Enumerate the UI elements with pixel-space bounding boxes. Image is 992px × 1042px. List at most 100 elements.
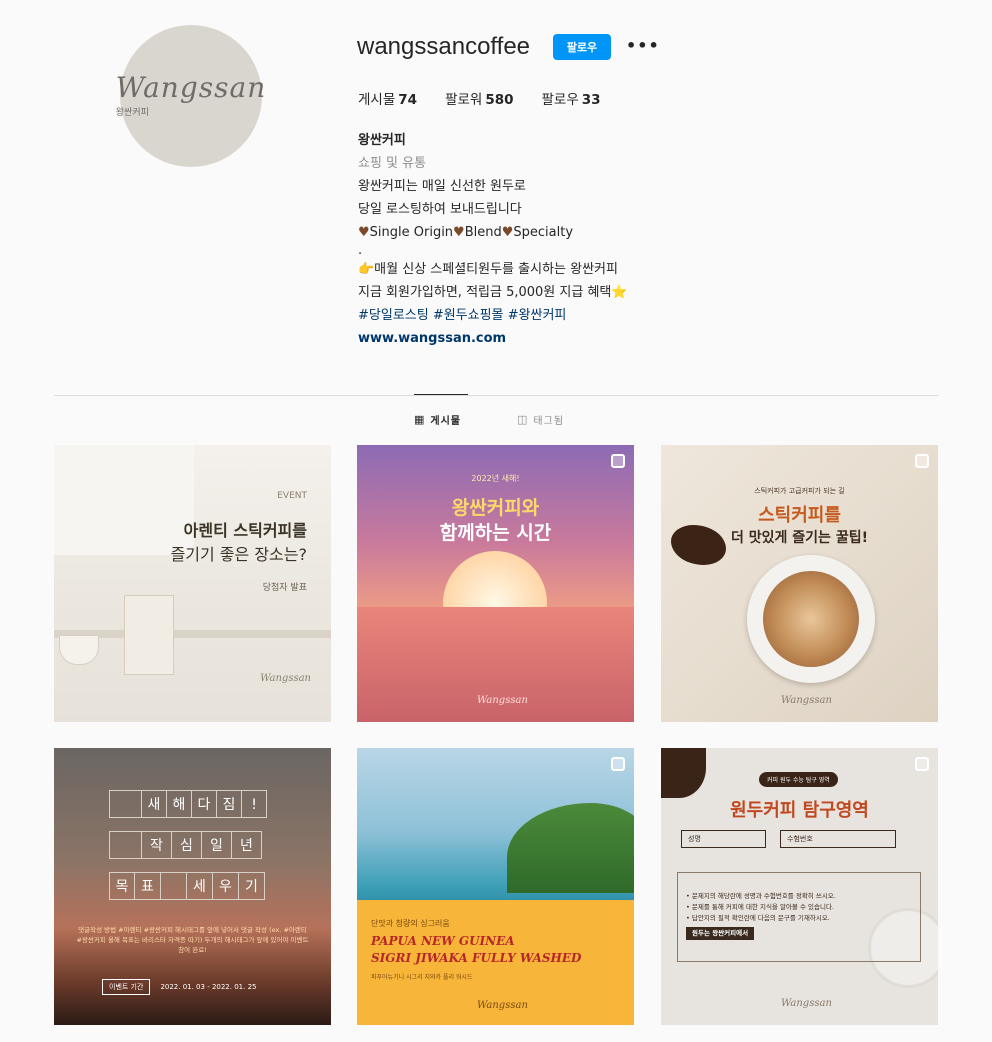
bio-tag: Specialty: [513, 225, 574, 240]
post-brand: Wangssan: [477, 1000, 528, 1011]
stat-following-label: 팔로우: [541, 92, 579, 108]
profile-website-link[interactable]: www.wangssan.com: [358, 327, 778, 350]
post-tile[interactable]: 커피 원두 수능 탐구 영역 원두커피 탐구영역 성명 수험번호 • 문제지의 …: [661, 748, 938, 1025]
profile-stats: 게시물 74 팔로워 580 팔로우 33: [358, 88, 629, 108]
post-brand: Wangssan: [477, 695, 528, 706]
carousel-icon: [611, 757, 625, 771]
tab-tagged[interactable]: ◫ 태그됨: [517, 412, 564, 427]
bio-tags: ♥Single Origin♥Blend♥Specialty: [358, 221, 778, 244]
post-event-label: EVENT: [277, 491, 307, 501]
bio-hashtags[interactable]: #당일로스팅 #원두쇼핑몰 #왕싼커피: [358, 304, 778, 327]
carousel-icon: [915, 757, 929, 771]
exam-fields: 성명 수험번호: [681, 830, 896, 848]
post-brand: Wangssan: [260, 673, 311, 684]
grid-icon: ▦: [414, 413, 426, 426]
island-shape: [507, 803, 634, 893]
post-title: 즐기기 좋은 장소는?: [170, 545, 307, 564]
event-period-badge: 이벤트 기간 2022. 01. 03 - 2022. 01. 25: [102, 979, 256, 995]
post-title: 원두커피 탐구영역: [730, 800, 869, 821]
coffee-box: [124, 595, 174, 675]
tab-posts[interactable]: ▦ 게시물: [414, 412, 461, 427]
post-title: 함께하는 시간: [439, 522, 552, 544]
heart-icon: ♥: [358, 225, 370, 240]
post-title: PAPUA NEW GUINEA: [371, 934, 515, 948]
post-tile[interactable]: 단맛과 청량의 싱그러움 PAPUA NEW GUINEA SIGRI JIWA…: [357, 748, 634, 1025]
post-tile[interactable]: 스틱커피가 고급커피가 되는 길 스틱커피를 더 맛있게 즐기는 꿀팁! Wan…: [661, 445, 938, 722]
grid-char: 해: [167, 790, 192, 818]
window-shape: [54, 445, 194, 555]
grid-char: 새: [142, 790, 167, 818]
bio-line: 당일 로스팅하여 보내드립니다: [358, 202, 522, 217]
profile-bio: 왕싼커피 쇼핑 및 유통 왕싼커피는 매일 신선한 원두로 당일 로스팅하여 보…: [358, 129, 778, 350]
exam-answer: 원두는 왕싼커피에서: [686, 927, 755, 940]
grid-char: 세: [187, 872, 213, 900]
more-options-icon[interactable]: •••: [626, 36, 660, 55]
exam-rule: • 문제를 통해 커피에 대한 지식을 알아볼 수 있습니다.: [686, 903, 835, 911]
grid-char: !: [242, 790, 267, 818]
grid-char: 목: [109, 872, 135, 900]
active-tab-indicator: [414, 394, 468, 395]
grid-row: 목 표 세 우 기: [109, 872, 265, 900]
post-pretitle: 스틱커피가 고급커피가 되는 길: [754, 487, 845, 495]
profile-username: wangssancoffee: [357, 33, 531, 60]
bio-tag: Blend: [464, 225, 502, 240]
bio-tag: Single Origin: [369, 225, 454, 240]
grid-char: 일: [202, 831, 232, 859]
profile-category: 쇼핑 및 유통: [358, 156, 427, 171]
grid-char: 우: [213, 872, 239, 900]
post-tile[interactable]: EVENT 아렌티 스틱커피를 즐기기 좋은 장소는? 당첨자 발표 Wangs…: [54, 445, 331, 722]
bio-promo-line: 지금 회원가입하면, 적립금 5,000원 지급 혜택⭐: [358, 285, 628, 300]
post-tile[interactable]: 2022년 새해! 왕싼커피와 함께하는 시간 Wangssan: [357, 445, 634, 722]
event-period-dates: 2022. 01. 03 - 2022. 01. 25: [160, 983, 257, 991]
post-title: SIGRI JIWAKA FULLY WASHED: [371, 951, 582, 965]
follow-button[interactable]: 팔로우: [553, 34, 611, 60]
post-pretitle: 2022년 새해!: [471, 474, 520, 483]
bio-line: 왕싼커피는 매일 신선한 원두로: [358, 179, 526, 194]
profile-tabs: ▦ 게시물 ◫ 태그됨: [414, 412, 620, 427]
grid-char: 표: [135, 872, 161, 900]
post-title: 아렌티 스틱커피를: [183, 521, 307, 540]
event-period-label: 이벤트 기간: [102, 979, 151, 995]
latte-art: [763, 571, 859, 667]
bio-promo-line: 👉매월 신상 스페셜티원두를 출시하는 왕싼커피: [358, 262, 618, 277]
tabs-divider: [54, 395, 939, 396]
stat-followers[interactable]: 팔로워 580: [445, 88, 513, 108]
carousel-icon: [915, 454, 929, 468]
grid-char: 심: [172, 831, 202, 859]
post-pretitle: 단맛과 청량의 싱그러움: [371, 919, 450, 928]
post-tile[interactable]: 새 해 다 짐 ! 작 심 일 년 목 표 세 우 기 댓글작성 방법 #아렌티…: [54, 748, 331, 1025]
grid-char: 기: [239, 872, 265, 900]
post-subtitle: 당첨자 발표: [262, 583, 307, 593]
carousel-icon: [611, 454, 625, 468]
grid-char: 다: [192, 790, 217, 818]
post-title: 왕싼커피와: [451, 497, 540, 519]
exam-rule: • 답안지의 필적 확인란에 다음의 문구를 기재하시오.: [686, 914, 830, 922]
grid-row: 작 심 일 년: [109, 831, 262, 859]
heart-icon: ♥: [501, 225, 514, 240]
post-badge: 커피 원두 수능 탐구 영역: [759, 772, 838, 787]
stat-posts[interactable]: 게시물 74: [358, 88, 417, 108]
stat-posts-value: 74: [398, 92, 418, 108]
grid-row: 새 해 다 짐 !: [109, 790, 267, 818]
field-exam-number: 수험번호: [780, 830, 896, 848]
stat-followers-label: 팔로워: [445, 92, 483, 108]
grid-char: 년: [232, 831, 262, 859]
stat-following[interactable]: 팔로우 33: [542, 88, 601, 108]
avatar-logo: Wangssan: [115, 71, 267, 104]
grid-char: 짐: [217, 790, 242, 818]
field-name: 성명: [681, 830, 766, 848]
tagged-icon: ◫: [517, 413, 529, 426]
tab-posts-label: 게시물: [430, 416, 462, 427]
post-title: 스틱커피를: [758, 505, 841, 526]
stat-following-value: 33: [581, 92, 601, 108]
tab-tagged-label: 태그됨: [533, 416, 565, 427]
coffee-cup: [59, 635, 99, 665]
post-brand: Wangssan: [781, 998, 832, 1009]
grid-char: 작: [142, 831, 172, 859]
post-body: 댓글작성 방법 #아렌티 #왕싼커피 해시태그를 앞에 넣어서 댓글 작성 (e…: [76, 926, 309, 954]
post-title: 더 맛있게 즐기는 꿀팁!: [731, 530, 868, 546]
heart-icon: ♥: [453, 225, 465, 240]
profile-avatar[interactable]: Wangssan 왕싼커피: [116, 25, 265, 167]
avatar-subtitle: 왕싼커피: [115, 108, 149, 118]
exam-rules-box: • 문제지의 해당란에 성명과 수험번호를 정확히 쓰시오. • 문제를 통해 …: [677, 872, 921, 962]
